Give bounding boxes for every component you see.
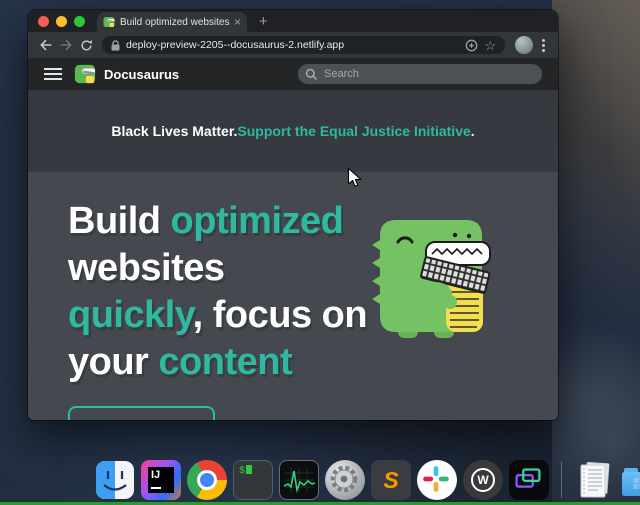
tab-strip: Build optimized websites quick × + xyxy=(28,10,558,32)
minimize-window-button[interactable] xyxy=(56,16,67,27)
terminal-prompt: $ xyxy=(239,466,245,477)
slack-icon[interactable] xyxy=(417,460,457,500)
lock-icon xyxy=(111,40,120,51)
hero-heading: Build optimized websites quickly, focus … xyxy=(68,198,367,386)
forward-icon[interactable] xyxy=(56,35,76,55)
sublime-text-icon[interactable]: S xyxy=(371,460,411,500)
workplace-icon[interactable]: W xyxy=(463,460,503,500)
hero-word-accent: content xyxy=(158,341,292,383)
workplace-label: W xyxy=(477,473,488,487)
profile-avatar[interactable] xyxy=(515,36,533,54)
new-tab-button[interactable]: + xyxy=(259,12,268,32)
announcement-link[interactable]: Support the Equal Justice Initiative xyxy=(237,123,470,139)
desktop: Build optimized websites quick × + xyxy=(0,0,640,505)
display-windows-app-icon[interactable] xyxy=(509,460,549,500)
mouse-cursor xyxy=(347,167,362,188)
dock: IJ $ S xyxy=(95,460,640,500)
intellij-idea-icon[interactable]: IJ xyxy=(141,460,181,500)
docusaurus-favicon xyxy=(103,16,115,28)
hero-word: Build xyxy=(68,200,171,242)
page-content: Docusaurus Black Lives Matter. Support t… xyxy=(28,58,558,420)
search-icon xyxy=(305,68,318,81)
browser-tab[interactable]: Build optimized websites quick × xyxy=(97,12,247,32)
browser-window: Build optimized websites quick × + xyxy=(28,10,558,420)
reload-icon[interactable] xyxy=(76,35,96,55)
hero-word: , focus on xyxy=(193,294,367,336)
get-started-button[interactable] xyxy=(68,406,215,420)
browser-toolbar: deploy-preview-2205--docusaurus-2.netlif… xyxy=(28,32,558,58)
finder-icon[interactable] xyxy=(95,460,135,500)
hero-word-accent: quickly xyxy=(68,294,193,336)
address-bar[interactable]: deploy-preview-2205--docusaurus-2.netlif… xyxy=(102,36,505,54)
sublime-label: S xyxy=(383,467,398,494)
window-controls xyxy=(38,10,85,32)
announcement-suffix: . xyxy=(471,123,475,139)
zoom-window-button[interactable] xyxy=(74,16,85,27)
menu-hamburger-icon[interactable] xyxy=(44,68,62,80)
dock-divider xyxy=(561,462,562,498)
tab-close-icon[interactable]: × xyxy=(234,16,241,28)
documents-stack-icon[interactable] xyxy=(574,460,614,500)
docusaurus-dino-illustration xyxy=(362,208,502,346)
intellij-label: IJ xyxy=(148,467,174,493)
chrome-icon[interactable] xyxy=(187,460,227,500)
back-icon[interactable] xyxy=(36,35,56,55)
activity-monitor-icon[interactable] xyxy=(279,460,319,500)
search-box[interactable] xyxy=(298,64,542,84)
site-navbar: Docusaurus xyxy=(28,58,558,90)
hero-word-accent: optimized xyxy=(171,200,344,242)
shared-folder-icon[interactable] xyxy=(620,460,640,500)
url-text: deploy-preview-2205--docusaurus-2.netlif… xyxy=(126,39,459,51)
announcement-text: Black Lives Matter. xyxy=(111,123,237,139)
close-window-button[interactable] xyxy=(38,16,49,27)
hero-word: websites xyxy=(68,247,225,289)
terminal-icon[interactable]: $ xyxy=(233,460,273,500)
system-preferences-icon[interactable] xyxy=(325,460,365,500)
zoom-level-icon[interactable] xyxy=(465,39,478,52)
bookmark-star-icon[interactable]: ☆ xyxy=(484,39,496,52)
site-title[interactable]: Docusaurus xyxy=(104,67,179,82)
desktop-wallpaper xyxy=(552,0,640,505)
tab-title: Build optimized websites quick xyxy=(120,17,230,28)
announcement-bar: Black Lives Matter. Support the Equal Ju… xyxy=(28,90,558,172)
hero-section: Build optimized websites quickly, focus … xyxy=(28,172,558,420)
browser-menu-icon[interactable] xyxy=(537,39,550,52)
hero-word: your xyxy=(68,341,158,383)
search-input[interactable] xyxy=(298,64,542,84)
docusaurus-logo[interactable] xyxy=(74,63,96,85)
